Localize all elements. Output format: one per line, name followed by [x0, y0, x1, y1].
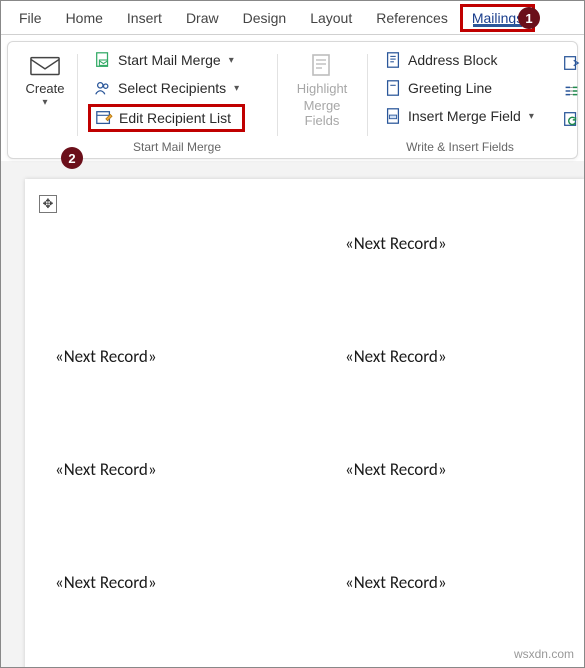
label-cell[interactable]: «Next Record»: [345, 346, 555, 367]
side-icons: [558, 48, 582, 154]
group-write-insert: Address Block Greeting Line Insert Merge…: [372, 48, 548, 154]
select-recipients-button[interactable]: Select Recipients ▾: [88, 76, 245, 100]
chevron-down-icon: ▾: [229, 55, 234, 66]
create-label: Create: [25, 82, 64, 97]
ribbon-tabs: File Home Insert Draw Design Layout Refe…: [1, 1, 584, 35]
match-fields-icon[interactable]: [562, 82, 580, 100]
label-cell[interactable]: [55, 233, 265, 254]
group-highlight: Highlight Merge Fields: [282, 48, 362, 154]
highlight-doc-icon: [307, 52, 337, 80]
page[interactable]: ✥ «Next Record» «Next Record» «Next Reco…: [25, 179, 584, 667]
tab-draw[interactable]: Draw: [174, 4, 231, 32]
tab-file[interactable]: File: [7, 4, 54, 32]
label-cell[interactable]: «Next Record»: [345, 233, 555, 254]
watermark: wsxdn.com: [514, 647, 574, 661]
document-icon: [384, 79, 402, 97]
callout-2: 2: [61, 147, 83, 169]
insert-merge-field-label: Insert Merge Field: [408, 108, 521, 124]
labels-grid: «Next Record» «Next Record» «Next Record…: [51, 225, 559, 601]
label-cell[interactable]: «Next Record»: [55, 459, 265, 480]
insert-merge-field-button[interactable]: Insert Merge Field ▾: [378, 104, 540, 128]
tab-design[interactable]: Design: [231, 4, 299, 32]
chevron-down-icon: ▾: [529, 111, 534, 122]
rules-icon[interactable]: [562, 54, 580, 72]
address-block-label: Address Block: [408, 52, 497, 68]
label-cell[interactable]: «Next Record»: [55, 346, 265, 367]
group-start-mail-merge: Start Mail Merge ▾ Select Recipients ▾ E…: [82, 48, 272, 154]
tab-insert[interactable]: Insert: [115, 4, 174, 32]
chevron-down-icon: ▾: [42, 97, 47, 108]
start-merge-list: Start Mail Merge ▾ Select Recipients ▾ E…: [88, 48, 245, 132]
edit-recipient-list-label: Edit Recipient List: [119, 110, 231, 126]
write-insert-list: Address Block Greeting Line Insert Merge…: [378, 48, 540, 128]
highlight-merge-fields-button: Highlight Merge Fields: [288, 48, 356, 133]
group-create-label: [43, 140, 46, 154]
group-write-insert-label: Write & Insert Fields: [406, 140, 514, 154]
people-icon: [94, 79, 112, 97]
envelope-icon: [30, 52, 60, 80]
ribbon: Create ▾ Start Mail Merge ▾: [1, 35, 584, 161]
start-mail-merge-button[interactable]: Start Mail Merge ▾: [88, 48, 245, 72]
document-icon: [384, 51, 402, 69]
tab-references[interactable]: References: [364, 4, 460, 32]
create-button[interactable]: Create ▾: [19, 48, 70, 112]
highlight-line1: Highlight: [297, 82, 348, 97]
label-cell[interactable]: «Next Record»: [345, 459, 555, 480]
highlight-line2: Merge Fields: [294, 99, 350, 129]
address-block-button[interactable]: Address Block: [378, 48, 540, 72]
ribbon-card: Create ▾ Start Mail Merge ▾: [7, 41, 578, 159]
group-create: Create ▾: [18, 48, 72, 154]
update-labels-icon[interactable]: [562, 110, 580, 128]
greeting-line-button[interactable]: Greeting Line: [378, 76, 540, 100]
group-start-merge-label: Start Mail Merge: [133, 140, 221, 154]
document-area: ✥ «Next Record» «Next Record» «Next Reco…: [1, 161, 584, 667]
select-recipients-label: Select Recipients: [118, 80, 226, 96]
label-cell[interactable]: «Next Record»: [55, 572, 265, 593]
callout-1: 1: [518, 7, 540, 29]
label-cell[interactable]: «Next Record»: [345, 572, 555, 593]
tab-layout[interactable]: Layout: [298, 4, 364, 32]
greeting-line-label: Greeting Line: [408, 80, 492, 96]
edit-list-icon: [95, 109, 113, 127]
tab-home[interactable]: Home: [54, 4, 115, 32]
document-mail-icon: [94, 51, 112, 69]
document-field-icon: [384, 107, 402, 125]
start-mail-merge-label: Start Mail Merge: [118, 52, 221, 68]
chevron-down-icon: ▾: [234, 83, 239, 94]
table-move-handle[interactable]: ✥: [39, 195, 57, 213]
edit-recipient-list-button[interactable]: Edit Recipient List: [88, 104, 245, 132]
group-highlight-label: [320, 140, 323, 154]
